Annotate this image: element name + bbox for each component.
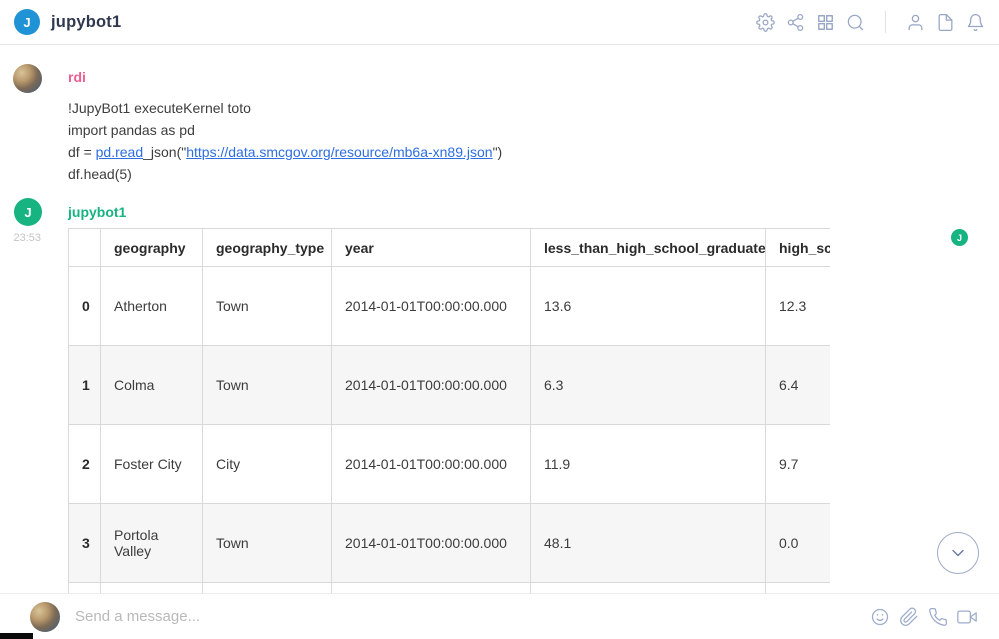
user-icon[interactable] (906, 13, 925, 32)
cell-year: 2014-01-01T00:00:00.000 (332, 504, 531, 583)
cell-geography: Colma (101, 346, 203, 425)
message-composer (0, 593, 999, 639)
jupybot1-avatar[interactable]: J (14, 198, 42, 226)
bottom-corner-strip (0, 633, 33, 639)
column-header-geography: geography (101, 229, 203, 267)
settings-gear-icon[interactable] (756, 13, 775, 32)
scroll-to-bottom-button[interactable] (937, 532, 979, 574)
column-header-less-than-hs: less_than_high_school_graduate (531, 229, 766, 267)
channel-title: jupybot1 (51, 13, 121, 32)
table-row: 2 Foster City City 2014-01-01T00:00:00.0… (69, 425, 831, 504)
cell-hs-graduate: 9.7 (766, 425, 831, 504)
cell-hs-graduate: 6.4 (766, 346, 831, 425)
pd-read-link[interactable]: pd.read (96, 144, 143, 160)
channel-avatar[interactable]: J (14, 9, 40, 35)
video-call-icon[interactable] (957, 607, 977, 627)
header-divider (885, 11, 886, 33)
attachment-paperclip-icon[interactable] (899, 607, 919, 627)
row-index: 3 (69, 504, 101, 583)
cell-geography: Foster City (101, 425, 203, 504)
rdi-message-body: !JupyBot1 executeKernel toto import pand… (68, 97, 502, 185)
channel-avatar-letter: J (23, 15, 30, 30)
message-line: !JupyBot1 executeKernel toto (68, 97, 502, 119)
cell-geography-type: Town (203, 267, 332, 346)
code-text: df = (68, 144, 96, 160)
cell-hs-graduate (766, 583, 831, 594)
rdi-avatar[interactable] (13, 64, 42, 93)
table-row: 1 Colma Town 2014-01-01T00:00:00.000 6.3… (69, 346, 831, 425)
dataframe-table-container: geography geography_type year less_than_… (68, 228, 830, 593)
column-header-hs-graduate: high_school_graduate (766, 229, 831, 267)
current-user-avatar[interactable] (30, 602, 60, 632)
row-index: 2 (69, 425, 101, 504)
dataset-url-link[interactable]: https://data.smcgov.org/resource/mb6a-xn… (186, 144, 492, 160)
row-index (69, 583, 101, 594)
phone-call-icon[interactable] (928, 607, 948, 627)
row-index: 1 (69, 346, 101, 425)
column-header-geography-type: geography_type (203, 229, 332, 267)
bell-icon[interactable] (966, 13, 985, 32)
cell-geography-type: Town (203, 346, 332, 425)
code-text: ") (493, 144, 503, 160)
message-input[interactable] (75, 608, 870, 625)
cell-year (332, 583, 531, 594)
header-actions (756, 11, 985, 33)
channel-header: J jupybot1 (0, 0, 999, 45)
cell-less-than-hs: 48.1 (531, 504, 766, 583)
unread-badge: J (951, 229, 968, 246)
jupybot1-username[interactable]: jupybot1 (68, 204, 126, 220)
message-line: df = pd.read_json("https://data.smcgov.o… (68, 141, 502, 163)
code-text: _json(" (143, 144, 186, 160)
cell-less-than-hs: 11.9 (531, 425, 766, 504)
table-row: 0 Atherton Town 2014-01-01T00:00:00.000 … (69, 267, 831, 346)
cell-geography (101, 583, 203, 594)
column-header-index (69, 229, 101, 267)
cell-less-than-hs: 13.6 (531, 267, 766, 346)
rdi-username[interactable]: rdi (68, 69, 86, 85)
message-line: df.head(5) (68, 163, 502, 185)
cell-year: 2014-01-01T00:00:00.000 (332, 267, 531, 346)
message-list[interactable]: rdi !JupyBot1 executeKernel toto import … (0, 46, 999, 593)
table-row-partial (69, 583, 831, 594)
jupybot1-avatar-letter: J (24, 205, 31, 220)
message-timestamp: 23:53 (0, 232, 41, 244)
cell-geography: Portola Valley (101, 504, 203, 583)
message-line: import pandas as pd (68, 119, 502, 141)
composer-actions (870, 607, 977, 627)
table-row: 3 Portola Valley Town 2014-01-01T00:00:0… (69, 504, 831, 583)
search-icon[interactable] (846, 13, 865, 32)
chat-app-window: J jupybot1 (0, 0, 999, 639)
cell-hs-graduate: 12.3 (766, 267, 831, 346)
cell-geography-type: City (203, 425, 332, 504)
emoji-icon[interactable] (870, 607, 890, 627)
column-header-year: year (332, 229, 531, 267)
chevron-down-icon (948, 543, 968, 563)
apps-grid-icon[interactable] (816, 13, 835, 32)
cell-geography: Atherton (101, 267, 203, 346)
cell-geography-type (203, 583, 332, 594)
cell-less-than-hs: 6.3 (531, 346, 766, 425)
share-icon[interactable] (786, 13, 805, 32)
cell-less-than-hs (531, 583, 766, 594)
dataframe-table: geography geography_type year less_than_… (68, 228, 830, 593)
unread-badge-letter: J (957, 233, 962, 243)
cell-year: 2014-01-01T00:00:00.000 (332, 346, 531, 425)
cell-hs-graduate: 0.0 (766, 504, 831, 583)
cell-geography-type: Town (203, 504, 332, 583)
document-icon[interactable] (936, 13, 955, 32)
cell-year: 2014-01-01T00:00:00.000 (332, 425, 531, 504)
table-header-row: geography geography_type year less_than_… (69, 229, 831, 267)
row-index: 0 (69, 267, 101, 346)
